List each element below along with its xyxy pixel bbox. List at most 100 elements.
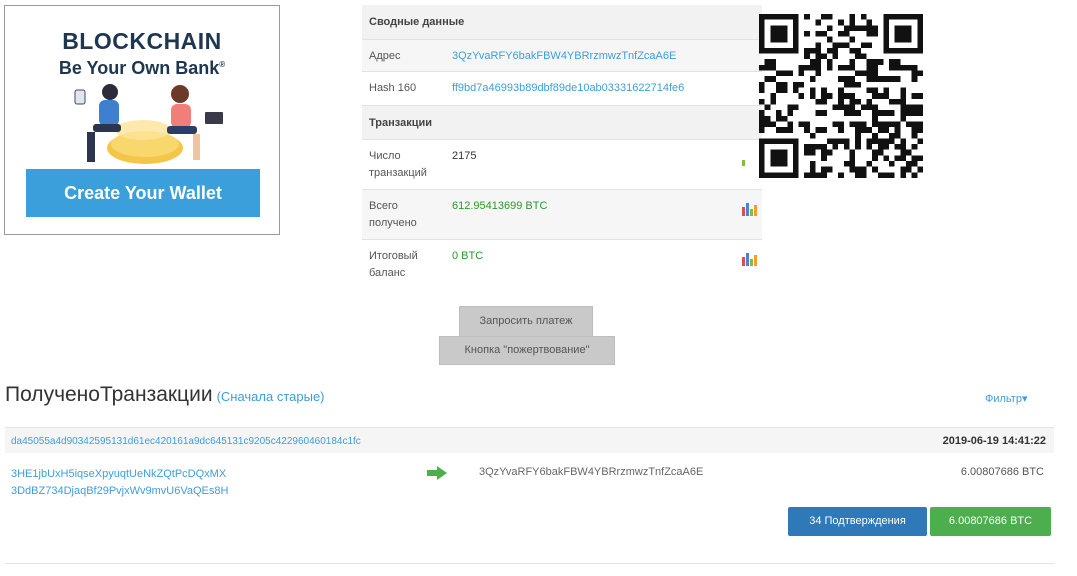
qr-module (849, 98, 856, 105)
qr-module (849, 121, 856, 128)
qr-module (849, 36, 856, 43)
qr-module (821, 144, 827, 150)
qr-module (781, 70, 788, 77)
qr-module (906, 47, 912, 54)
filter-dropdown[interactable]: Фильтр▾ (985, 392, 1027, 405)
qr-module (775, 47, 782, 54)
qr-module (911, 104, 918, 111)
qr-module (821, 166, 827, 173)
qr-module (759, 172, 765, 178)
qr-module (894, 76, 901, 82)
qr-module (855, 70, 861, 77)
qr-module (866, 76, 873, 82)
qr-module (917, 155, 923, 162)
qr-module (855, 110, 861, 116)
create-wallet-button[interactable]: Create Your Wallet (26, 169, 260, 217)
chart-icon[interactable] (742, 202, 757, 216)
qr-module (889, 132, 895, 139)
hash160-link[interactable]: ff9bd7a46993b89dbf89de10ab03331622714fe6 (446, 72, 762, 105)
qr-module (759, 14, 765, 20)
ad-illustration (74, 84, 223, 164)
confirmations-button[interactable]: 34 Подтверждения (788, 507, 927, 536)
qr-module (883, 144, 890, 150)
tx-count-label: Число транзакций (369, 150, 427, 179)
qr-module (843, 138, 850, 145)
qr-module (900, 149, 907, 156)
blockchain-ad-banner[interactable]: BLOCKCHAIN Be Your Own Bank® Create Your… (4, 5, 280, 235)
qr-module (860, 104, 867, 111)
qr-module (792, 149, 799, 156)
input-address-link[interactable]: 3HE1jbUxH5iqseXpyuqtUeNkZQtPcDQxMX (11, 466, 228, 483)
qr-module (787, 138, 793, 145)
qr-module (770, 121, 776, 128)
qr-module (759, 87, 765, 94)
qr-module (838, 127, 844, 133)
transaction-header-row: da45055a4d90342595131d61ec420161a9dc6451… (5, 427, 1054, 453)
qr-module (877, 149, 884, 156)
qr-module (815, 127, 822, 133)
qr-module (775, 30, 782, 37)
qr-module (826, 14, 833, 20)
qr-module (838, 104, 844, 111)
qr-module (764, 14, 771, 20)
qr-module (775, 70, 782, 77)
qr-module (883, 25, 890, 31)
qr-module (911, 132, 918, 139)
qr-module (900, 144, 907, 150)
qr-module (883, 76, 890, 82)
chart-icon[interactable] (742, 152, 756, 166)
qr-module (759, 127, 765, 133)
qr-module (894, 47, 901, 54)
sort-oldest-link[interactable]: (Сначала старые) (217, 389, 325, 404)
total-amount-button[interactable]: 6.00807686 BTC (930, 507, 1051, 536)
summary-table: Сводные данные Адрес 3QzYvaRFY6bakFBW4YB… (362, 5, 762, 289)
qr-module (838, 98, 844, 105)
qr-module (889, 161, 895, 167)
qr-module (860, 53, 867, 60)
qr-module (889, 98, 895, 105)
qr-module (759, 98, 765, 105)
received-value: 612.95413699 BTC (446, 190, 762, 239)
qr-module (900, 138, 907, 145)
qr-module (798, 64, 805, 71)
qr-module (911, 127, 918, 133)
qr-module (821, 93, 827, 99)
qr-module (917, 36, 923, 43)
transaction-hash-link[interactable]: da45055a4d90342595131d61ec420161a9dc6451… (11, 436, 361, 447)
qr-module (849, 19, 856, 26)
qr-module (832, 104, 839, 111)
qr-module (770, 64, 776, 71)
qr-module (781, 172, 788, 178)
qr-module (826, 47, 833, 54)
qr-module (809, 93, 816, 99)
qr-module (843, 93, 850, 99)
qr-module (775, 81, 782, 88)
qr-module (775, 161, 782, 167)
qr-module (775, 138, 782, 145)
qr-module (917, 42, 923, 48)
qr-module (804, 47, 810, 54)
qr-module (792, 25, 799, 31)
qr-module (787, 172, 793, 178)
address-link[interactable]: 3QzYvaRFY6bakFBW4YBRrzmwzTnfZcaA6E (446, 40, 762, 71)
qr-module (889, 64, 895, 71)
qr-module (815, 42, 822, 48)
qr-module (866, 42, 873, 48)
qr-module (849, 155, 856, 162)
qr-module (764, 121, 771, 128)
qr-module (900, 64, 907, 71)
transactions-header: Транзакции (362, 105, 762, 139)
input-address-link[interactable]: 3DdBZ734DjaqBf29PvjxWv9mvU6VaQEs8H (11, 483, 228, 500)
donate-button[interactable]: Кнопка "пожертвование" (439, 336, 615, 365)
qr-module (792, 172, 799, 178)
qr-module (906, 30, 912, 37)
qr-module (804, 149, 810, 156)
qr-module (764, 59, 771, 65)
qr-module (849, 166, 856, 173)
qr-module (843, 81, 850, 88)
chart-icon[interactable] (742, 252, 757, 266)
qr-module (832, 144, 839, 150)
qr-module (781, 115, 788, 122)
request-payment-button[interactable]: Запросить платеж (459, 306, 593, 337)
qr-module (906, 104, 912, 111)
